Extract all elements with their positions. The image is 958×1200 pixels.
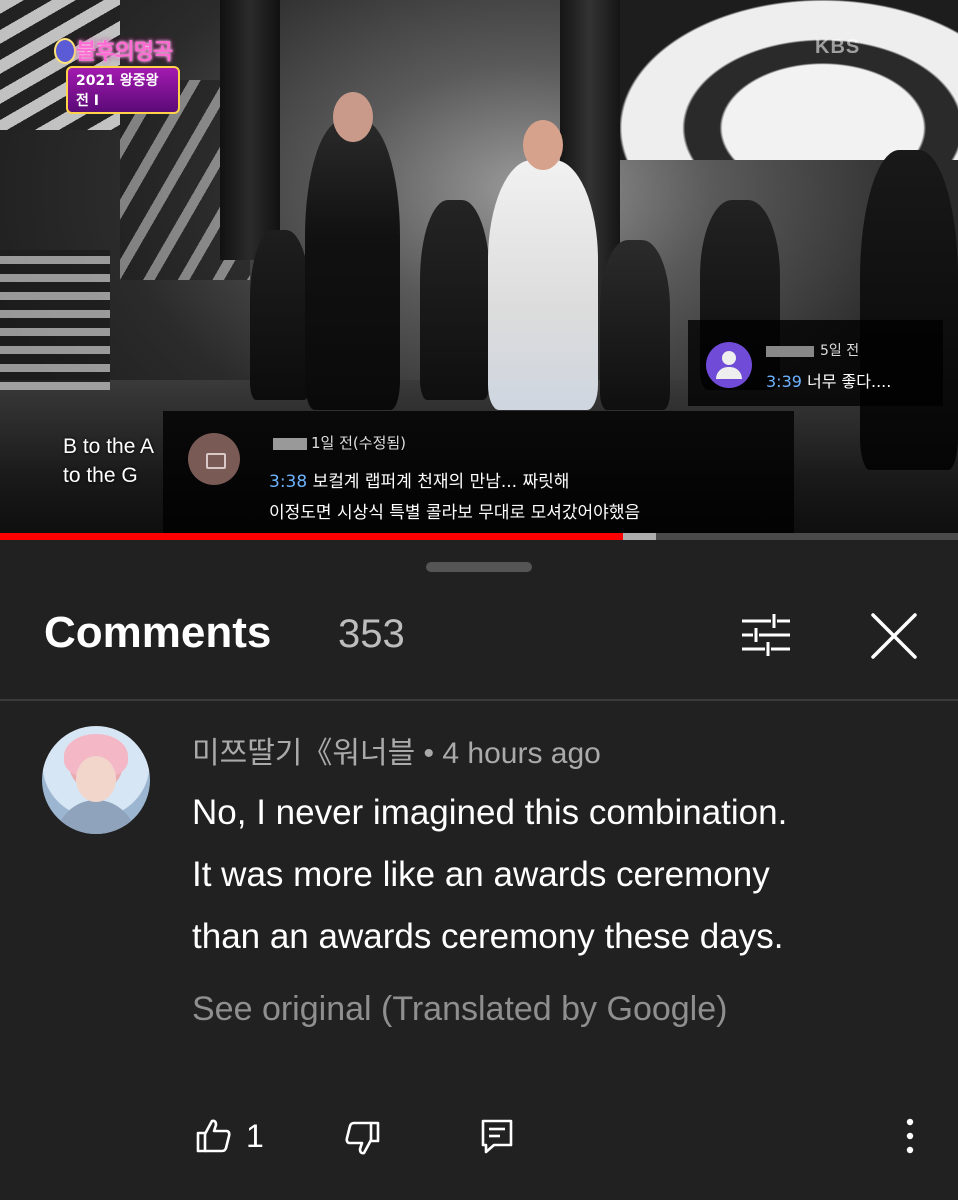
- medal-icon: [54, 38, 76, 64]
- comment-author[interactable]: 미쯔딸기《워너블: [192, 737, 415, 770]
- comments-title: Comments: [44, 608, 272, 657]
- comment-line: No, I never imagined this combination.: [192, 793, 788, 832]
- comment-line: than an awards ceremony these days.: [192, 917, 784, 956]
- subtitle-line: to the G: [63, 464, 138, 487]
- avatar: [188, 433, 240, 485]
- comment-line: It was more like an awards ceremony: [192, 855, 770, 894]
- singer-right: [488, 120, 598, 410]
- blurred-username: [766, 345, 814, 357]
- see-original-link[interactable]: See original (Translated by Google): [192, 990, 727, 1029]
- comment-meta: 미쯔딸기《워너블 • 4 hours ago: [192, 728, 601, 772]
- thumbs-down-icon[interactable]: [344, 1120, 380, 1156]
- filter-sliders-icon[interactable]: [738, 614, 794, 656]
- dancer: [420, 200, 490, 400]
- timestamp-link[interactable]: 3:39: [766, 372, 802, 391]
- dancer: [860, 150, 958, 470]
- like-count: 1: [246, 1118, 264, 1154]
- comment-time: 4 hours ago: [442, 737, 601, 770]
- reply-icon[interactable]: [480, 1118, 514, 1154]
- show-logo: 불후의명곡 2021 왕중왕전 I: [54, 34, 180, 114]
- meta-separator: •: [423, 737, 435, 770]
- subtitle-line: B to the A: [63, 435, 155, 458]
- comments-panel: Comments 353 미쯔딸기《워너블 • 4 hours ago No, …: [0, 540, 958, 1200]
- show-logo-subtitle: 2021 왕중왕전 I: [66, 66, 180, 114]
- avatar: [706, 342, 752, 388]
- played-bar: [0, 533, 623, 540]
- overlay-comment-meta: 5일 전: [766, 340, 859, 360]
- overlay-comment: 1일 전(수정됨) 3:38 보컬계 랩퍼계 천재의 만남... 짜릿해 이정도…: [163, 411, 794, 533]
- timestamp-link[interactable]: 3:38: [269, 472, 307, 492]
- comments-count: 353: [338, 612, 405, 656]
- singer-left: [305, 92, 400, 410]
- close-icon[interactable]: [868, 610, 920, 662]
- overlay-comment: 5일 전 3:39 너무 좋다....: [688, 320, 943, 406]
- thumbs-up-icon[interactable]: [196, 1118, 232, 1154]
- overlay-comment-meta: 1일 전(수정됨): [273, 432, 406, 453]
- more-vertical-icon[interactable]: [898, 1114, 922, 1158]
- overlay-comment-text: 3:39 너무 좋다....: [766, 372, 892, 391]
- video-progress-bar[interactable]: [0, 533, 958, 540]
- blurred-username: [273, 437, 307, 450]
- stage-light-panel: [0, 250, 110, 390]
- comment-text: No, I never imagined this combination. I…: [192, 782, 912, 968]
- overlay-comment-text: 이정도면 시상식 특별 콜라보 무대로 모셔갔어야했음: [269, 503, 641, 523]
- header-divider: [0, 699, 958, 701]
- dancer: [600, 240, 670, 410]
- dancer: [250, 230, 310, 400]
- video-subtitles: B to the A to the G: [63, 432, 154, 490]
- show-logo-title: 불후의명곡: [76, 40, 173, 65]
- video-player[interactable]: 불후의명곡 2021 왕중왕전 I KBS B to the A to the …: [0, 0, 958, 540]
- drag-handle[interactable]: [426, 562, 532, 572]
- overlay-comment-text: 3:38 보컬계 랩퍼계 천재의 만남... 짜릿해: [269, 472, 570, 492]
- broadcaster-watermark: KBS: [815, 36, 861, 58]
- avatar[interactable]: [42, 726, 150, 834]
- stage-screen: [620, 0, 958, 160]
- stage-pillar: [220, 0, 280, 260]
